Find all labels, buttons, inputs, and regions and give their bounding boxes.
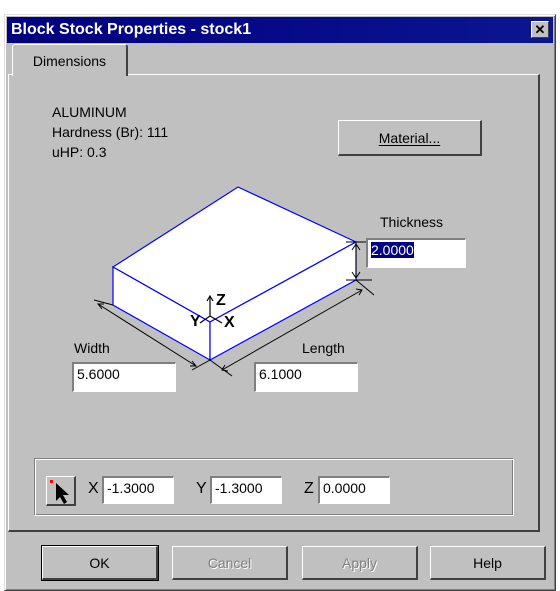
help-button-label: Help xyxy=(473,554,502,571)
origin-z-field[interactable]: 0.0000 xyxy=(318,476,390,504)
x-axis-label: X xyxy=(224,314,235,331)
length-label: Length xyxy=(302,340,345,356)
z-axis-label: Z xyxy=(216,292,226,309)
block-3d-icon xyxy=(111,186,358,362)
cancel-button[interactable]: Cancel xyxy=(172,546,288,580)
ok-button[interactable]: OK xyxy=(41,545,159,581)
origin-y-value: -1.3000 xyxy=(215,480,263,496)
width-field[interactable]: 5.6000 xyxy=(72,362,176,392)
thickness-value: 2.0000 xyxy=(371,242,414,258)
origin-x-label: X xyxy=(88,480,99,497)
apply-button[interactable]: Apply xyxy=(302,546,418,580)
apply-button-label: Apply xyxy=(341,554,378,571)
origin-z-value: 0.0000 xyxy=(323,480,366,496)
arrow-pointer-icon xyxy=(50,480,69,504)
origin-y-field[interactable]: -1.3000 xyxy=(210,476,282,504)
thickness-field[interactable]: 2.0000 xyxy=(366,238,466,268)
length-field[interactable]: 6.1000 xyxy=(254,362,358,392)
origin-x-value: -1.3000 xyxy=(107,480,155,496)
tab-dimensions[interactable]: Dimensions xyxy=(12,44,128,76)
origin-z-label: Z xyxy=(304,480,314,497)
y-axis-label: Y xyxy=(190,313,201,330)
ok-button-label: OK xyxy=(89,554,110,571)
length-value: 6.1000 xyxy=(259,366,302,382)
cancel-button-label: Cancel xyxy=(207,554,252,571)
pick-origin-button[interactable] xyxy=(46,476,76,506)
help-button[interactable]: Help xyxy=(430,546,546,580)
tab-dimensions-label: Dimensions xyxy=(32,52,107,69)
thickness-label: Thickness xyxy=(380,214,444,230)
width-value: 5.6000 xyxy=(77,366,120,382)
origin-y-label: Y xyxy=(196,480,207,497)
origin-x-field[interactable]: -1.3000 xyxy=(102,476,174,504)
width-label: Width xyxy=(74,340,110,356)
